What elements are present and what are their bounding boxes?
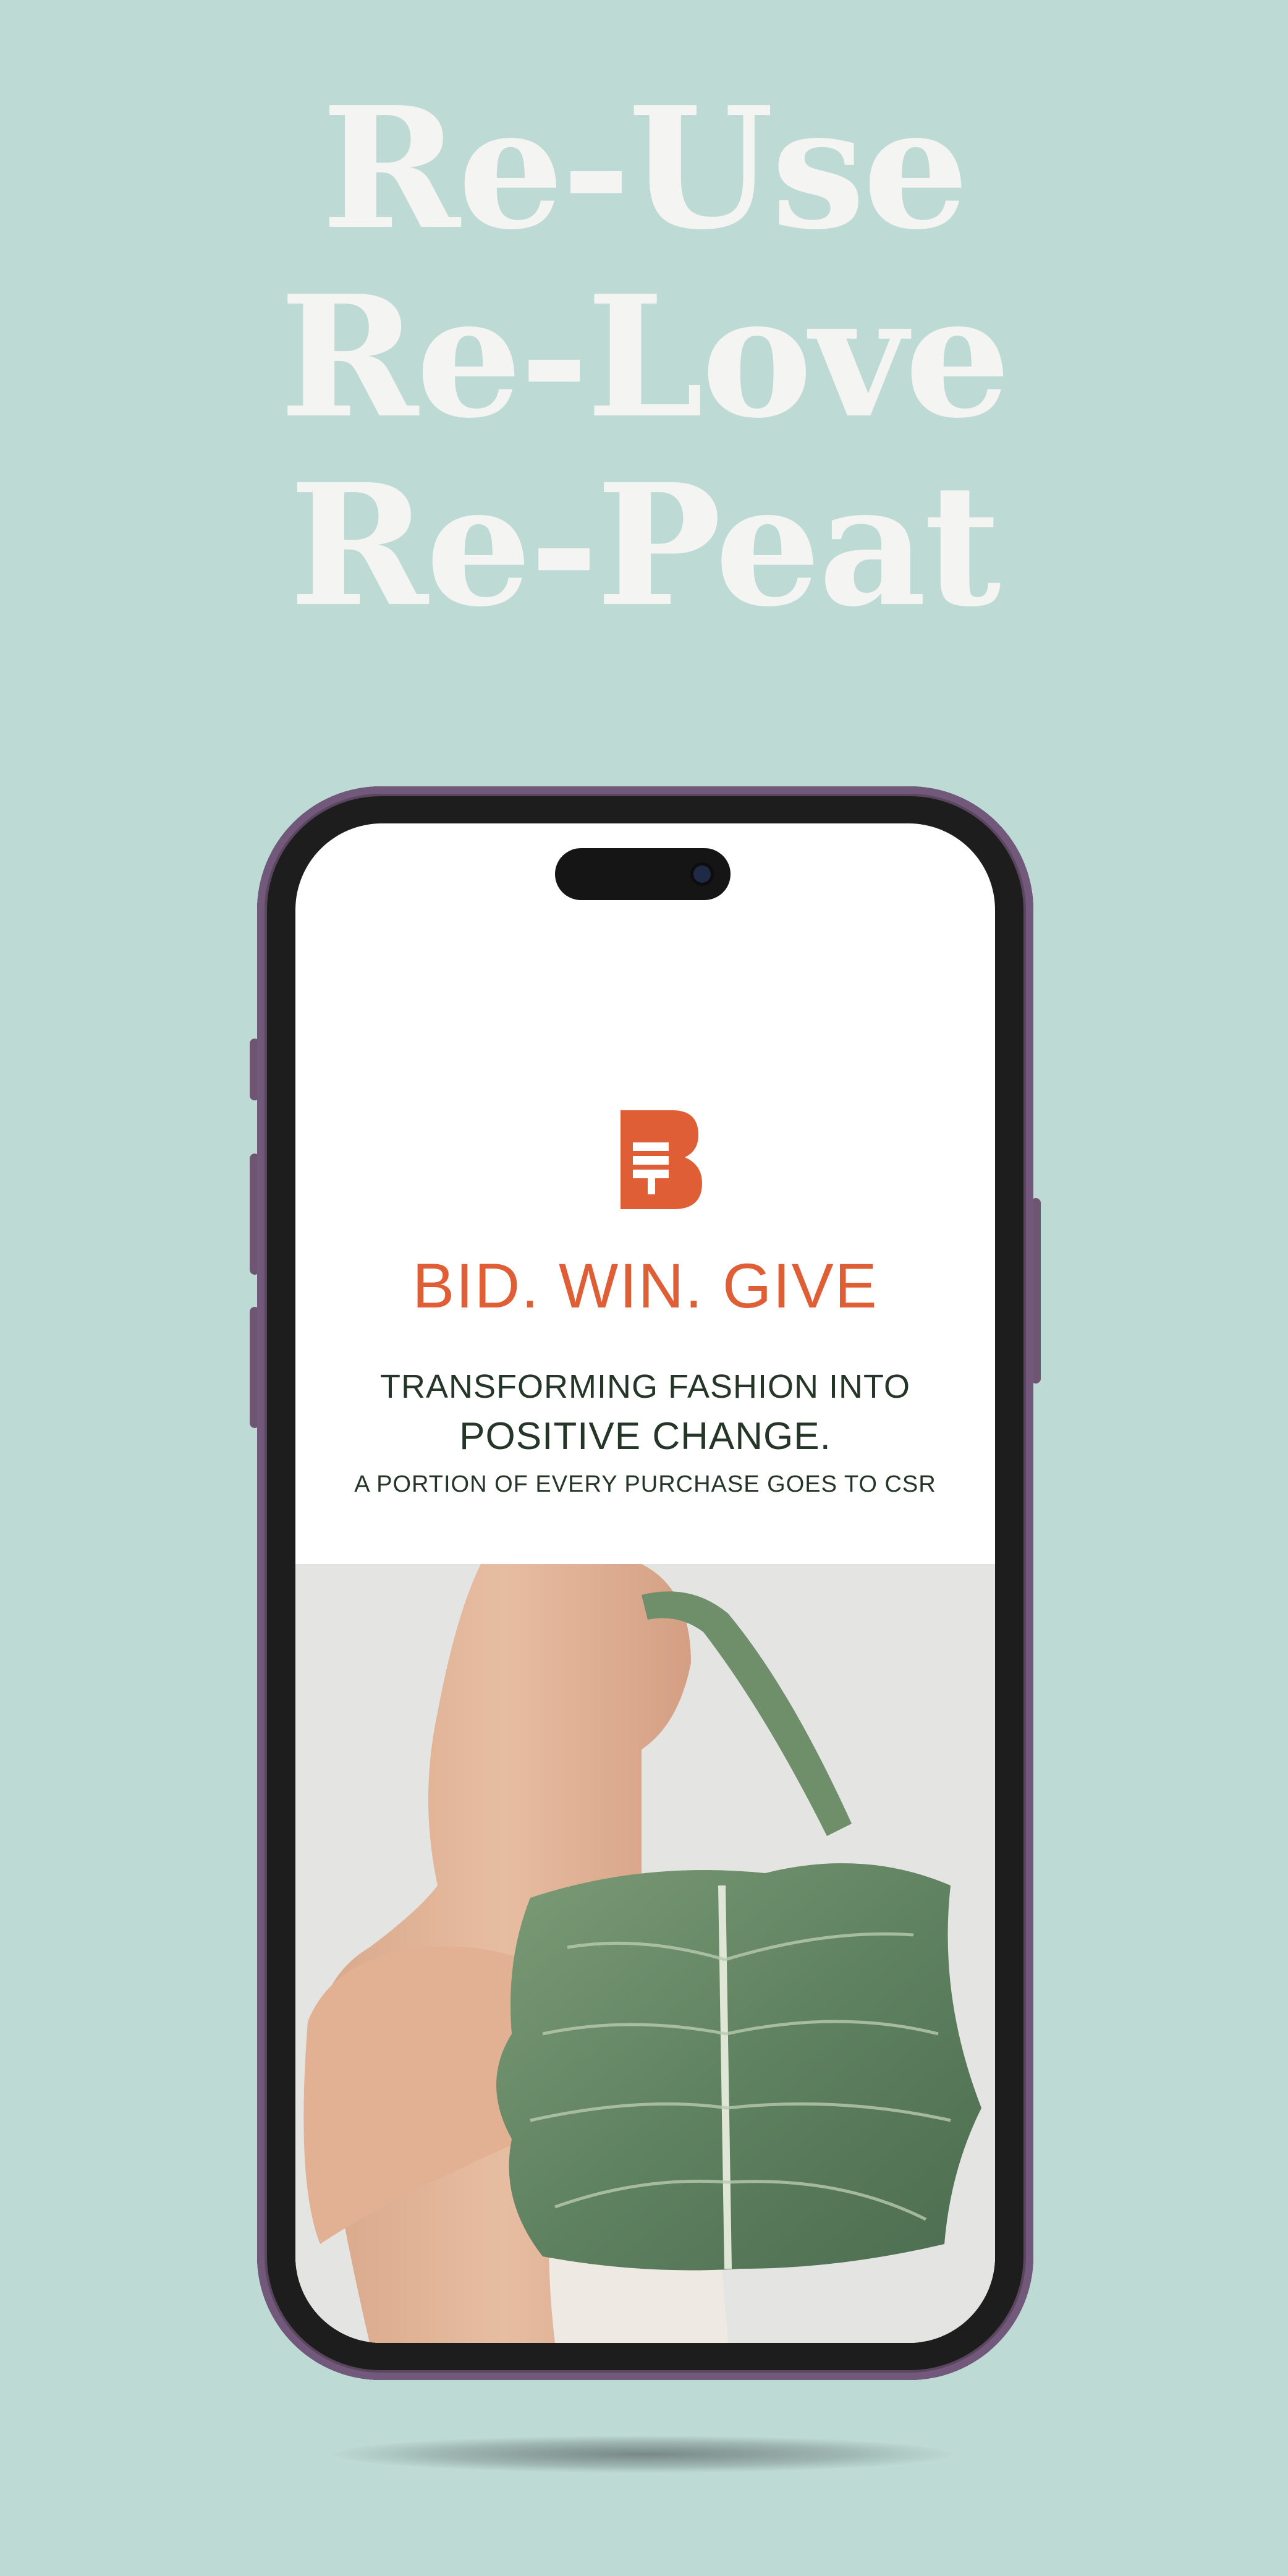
headline-line-relove: Re-Love	[279, 258, 1011, 455]
subtitle-line-3: A PORTION OF EVERY PURCHASE GOES TO CSR	[354, 1471, 936, 1497]
subtitle-line-1: TRANSFORMING FASHION INTO	[379, 1368, 911, 1405]
headline: Re-Use Re-Love Re-Peat	[0, 74, 1288, 640]
dynamic-island	[555, 848, 731, 900]
leaf-bag-photo	[295, 1564, 995, 2343]
phone-screen: BID. WIN. GIVE TRANSFORMING FASHION INTO…	[295, 823, 995, 2343]
headline-line-reuse: Re-Use	[321, 70, 968, 266]
headline-line-repeat: Re-Peat	[289, 447, 1001, 644]
tagline: BID. WIN. GIVE	[412, 1251, 878, 1321]
subtitle-line-2: POSITIVE CHANGE.	[459, 1415, 831, 1458]
gavel-b-logo-icon	[621, 1110, 702, 1209]
front-camera-icon	[693, 865, 711, 883]
phone-shadow	[334, 2436, 952, 2473]
